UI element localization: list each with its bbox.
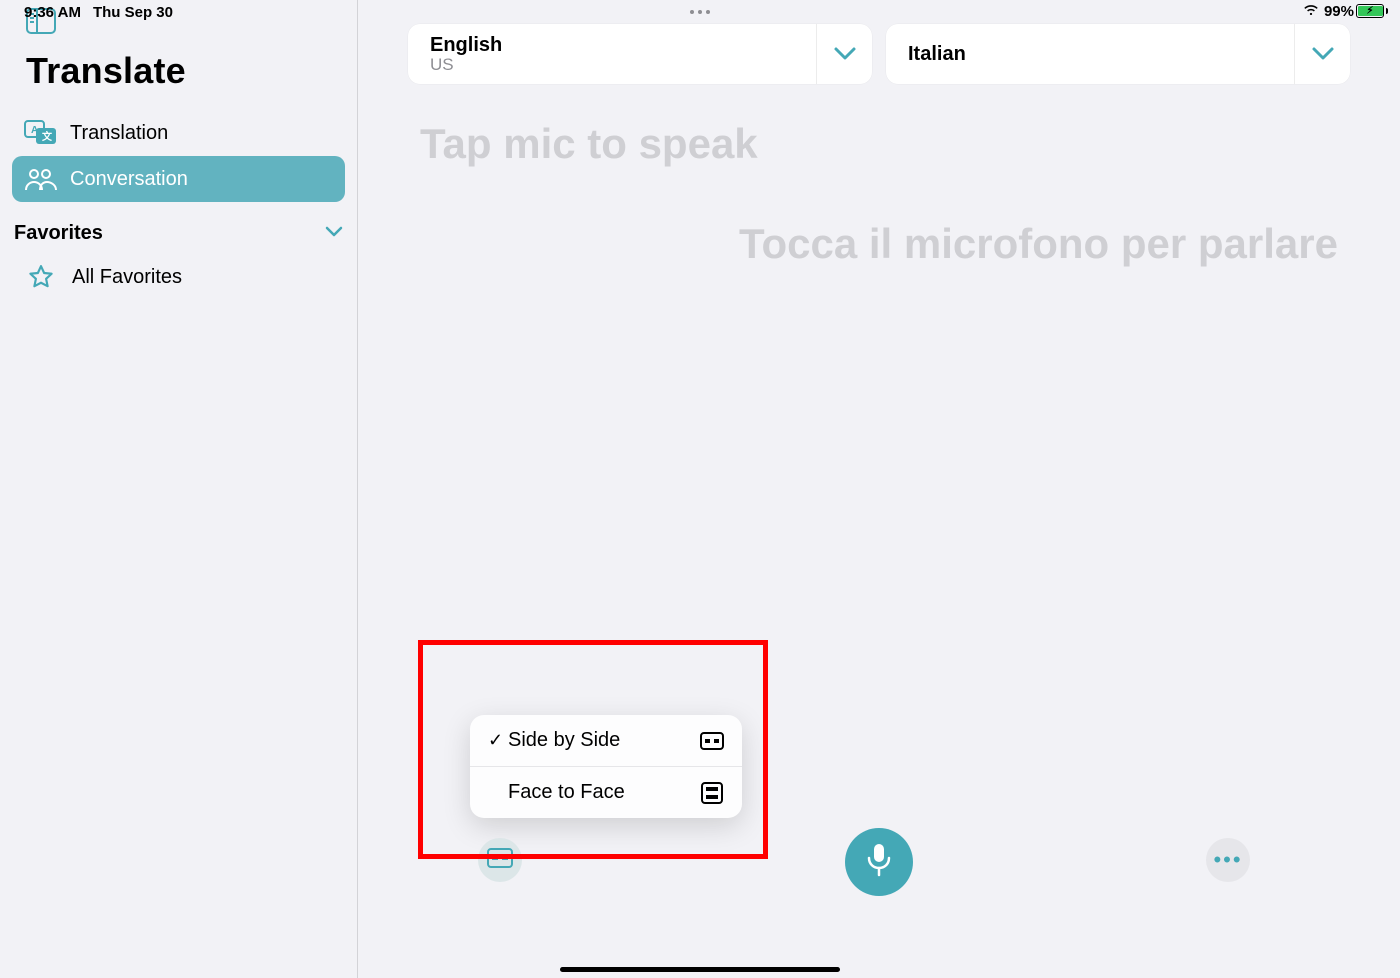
home-indicator[interactable] (560, 967, 840, 972)
sidebar-item-translation[interactable]: A文 Translation (12, 110, 345, 156)
layout-menu-face-to-face[interactable]: Face to Face (470, 766, 742, 818)
status-date: Thu Sep 30 (93, 4, 173, 21)
sidebar: Translate A文 Translation Conversation Fa… (0, 0, 358, 978)
conversation-icon (24, 166, 58, 192)
chevron-down-icon[interactable] (1294, 24, 1350, 84)
chevron-down-icon (325, 225, 343, 243)
favorites-all[interactable]: All Favorites (12, 253, 345, 301)
source-language-region: US (430, 56, 816, 75)
layout-menu: ✓ Side by Side Face to Face (470, 715, 742, 818)
ellipsis-icon: ••• (1213, 847, 1242, 873)
source-prompt-text: Tap mic to speak (420, 120, 1338, 168)
sidebar-item-label: Conversation (70, 168, 188, 191)
more-options-button[interactable]: ••• (1206, 838, 1250, 882)
microphone-button[interactable] (845, 828, 913, 896)
favorites-item-label: All Favorites (72, 266, 182, 289)
source-language-name: English (430, 34, 816, 56)
wifi-icon (1302, 2, 1320, 20)
layout-button[interactable] (478, 838, 522, 882)
battery-indicator: 99% ⚡︎ (1324, 3, 1388, 20)
svg-text:A: A (31, 125, 38, 136)
microphone-icon (866, 843, 892, 882)
menu-item-label: Side by Side (508, 729, 700, 752)
menu-item-label: Face to Face (508, 781, 700, 804)
target-language-selector[interactable]: Italian (886, 24, 1350, 84)
sidebar-item-label: Translation (70, 122, 168, 145)
main-content: English US Italian Tap mic to speak Tocc… (358, 0, 1400, 978)
side-by-side-icon (700, 732, 724, 750)
favorites-header[interactable]: Favorites (0, 202, 357, 253)
status-bar: 9:36 AM Thu Sep 30 99% ⚡︎ (0, 0, 1400, 24)
app-title: Translate (26, 50, 357, 92)
status-time: 9:36 AM (24, 4, 81, 21)
target-prompt-text: Tocca il microfono per parlare (420, 220, 1338, 268)
side-by-side-icon (487, 848, 513, 873)
face-to-face-icon (700, 782, 724, 804)
sidebar-item-conversation[interactable]: Conversation (12, 156, 345, 202)
checkmark-icon: ✓ (488, 730, 508, 751)
translation-icon: A文 (24, 120, 58, 146)
star-icon (24, 263, 58, 291)
source-language-selector[interactable]: English US (408, 24, 872, 84)
layout-menu-side-by-side[interactable]: ✓ Side by Side (470, 715, 742, 766)
target-language-name: Italian (908, 39, 1294, 69)
battery-percent: 99% (1324, 3, 1354, 20)
svg-text:文: 文 (42, 130, 53, 143)
chevron-down-icon[interactable] (816, 24, 872, 84)
favorites-header-label: Favorites (14, 222, 103, 245)
